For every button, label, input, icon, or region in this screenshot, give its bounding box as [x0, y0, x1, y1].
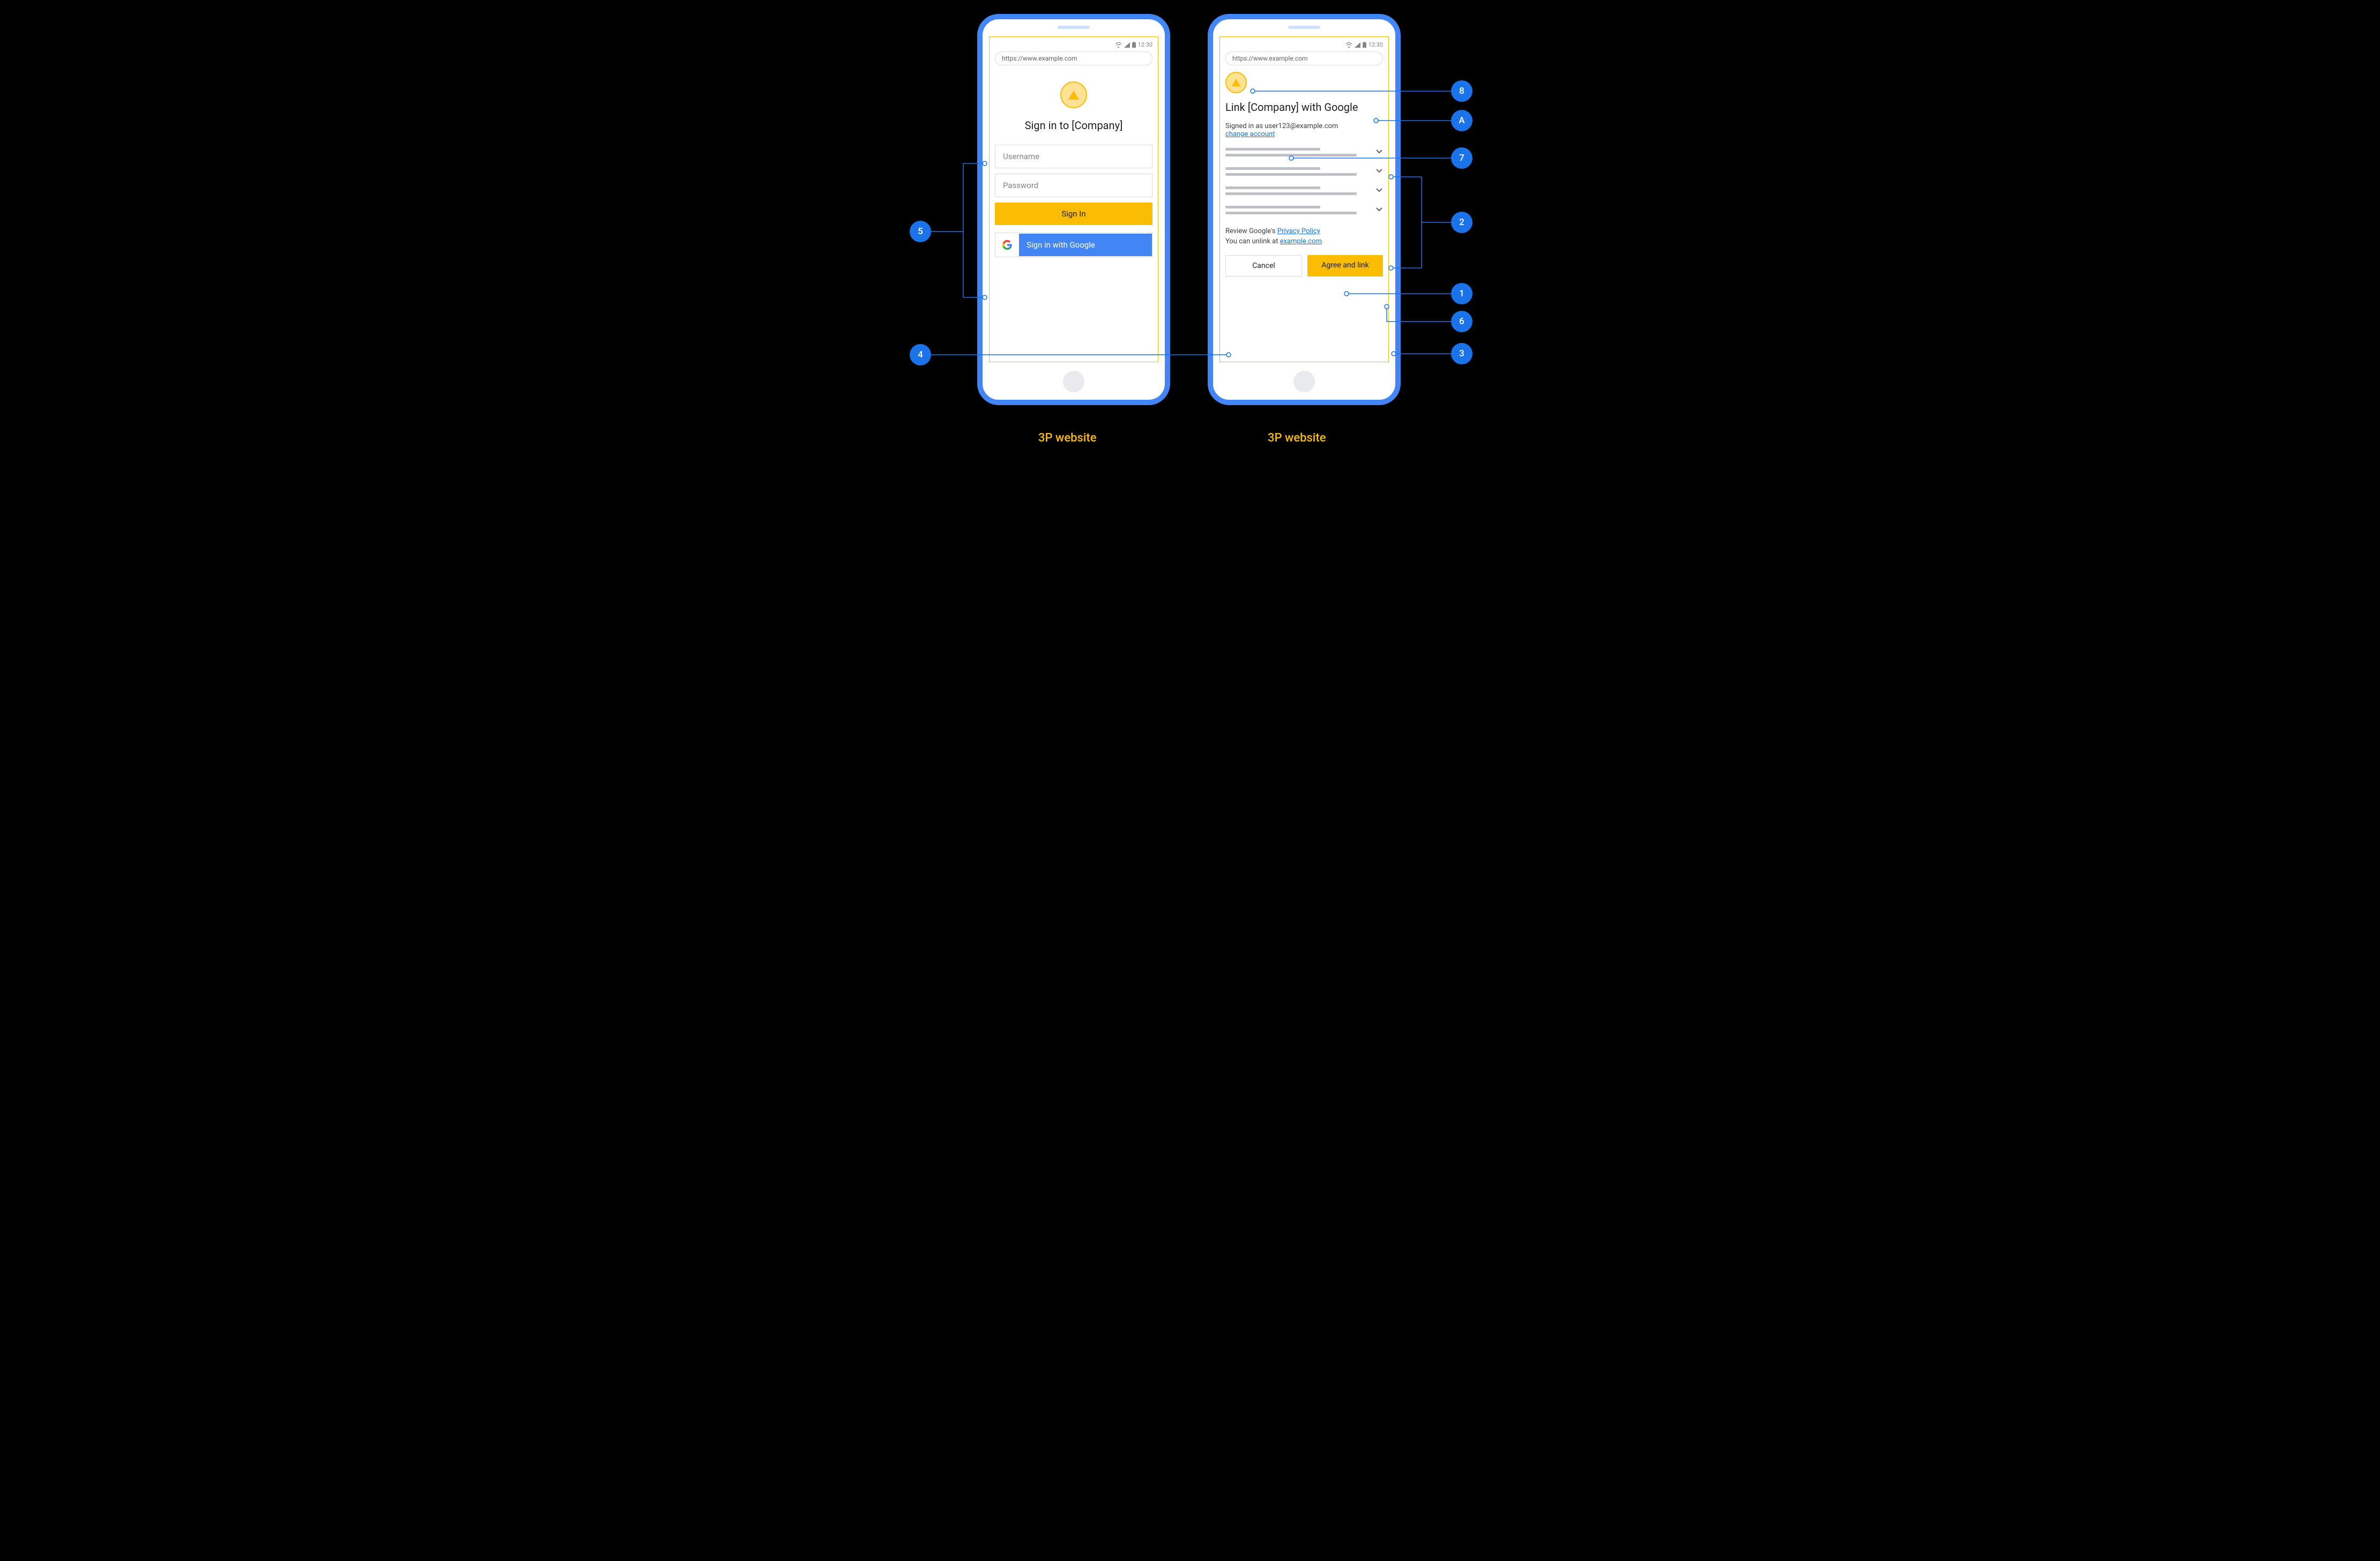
privacy-text: Review Google's Privacy Policy — [1225, 227, 1383, 235]
phone-label-right: 3P website — [1268, 431, 1326, 445]
company-logo-icon — [1060, 81, 1087, 108]
url-bar[interactable]: https://www.example.com — [995, 51, 1152, 65]
change-account-link[interactable]: change account — [1225, 130, 1275, 138]
home-button[interactable] — [1293, 371, 1315, 392]
agree-button[interactable]: Agree and link — [1307, 255, 1383, 277]
phone-consent: 12:30 https://www.example.com Link [Comp… — [1208, 14, 1401, 405]
screen-consent: 12:30 https://www.example.com Link [Comp… — [1219, 36, 1389, 362]
status-bar: 12:30 — [995, 41, 1152, 48]
company-logo-icon — [1225, 72, 1247, 93]
cancel-button[interactable]: Cancel — [1225, 255, 1302, 277]
google-logo-icon — [995, 233, 1019, 257]
phone-label-left: 3P website — [1038, 431, 1097, 445]
chevron-down-icon — [1375, 186, 1383, 194]
url-bar[interactable]: https://www.example.com — [1225, 51, 1383, 65]
permission-item[interactable] — [1225, 206, 1383, 218]
unlink-text: You can unlink at example.com — [1225, 237, 1383, 245]
consent-heading: Link [Company] with Google — [1225, 101, 1383, 114]
diagram-canvas: 12:30 https://www.example.com Sign in to… — [824, 0, 1556, 480]
signin-heading: Sign in to [Company] — [995, 119, 1152, 132]
signin-button[interactable]: Sign In — [995, 203, 1152, 225]
chevron-down-icon — [1375, 148, 1383, 155]
screen-signin: 12:30 https://www.example.com Sign in to… — [989, 36, 1158, 362]
callout-5: 5 — [910, 221, 931, 242]
google-signin-button[interactable]: Sign in with Google — [995, 233, 1152, 257]
chevron-down-icon — [1375, 206, 1383, 213]
callout-A: A — [1451, 110, 1472, 131]
callout-1: 1 — [1451, 283, 1472, 304]
chevron-down-icon — [1375, 167, 1383, 175]
status-time: 12:30 — [1368, 41, 1383, 48]
callout-2: 2 — [1451, 212, 1472, 233]
home-button[interactable] — [1063, 371, 1084, 392]
permission-list — [1225, 148, 1383, 218]
phone-signin: 12:30 https://www.example.com Sign in to… — [977, 14, 1170, 405]
username-input[interactable]: Username — [995, 145, 1152, 168]
status-time: 12:30 — [1138, 41, 1152, 48]
callout-6: 6 — [1451, 311, 1472, 332]
callout-3: 3 — [1451, 343, 1472, 364]
callout-4: 4 — [910, 344, 931, 365]
privacy-policy-link[interactable]: Privacy Policy — [1277, 227, 1320, 235]
permission-item[interactable] — [1225, 167, 1383, 179]
permission-item[interactable] — [1225, 186, 1383, 198]
google-signin-label: Sign in with Google — [1019, 234, 1152, 256]
phone-speaker — [1058, 26, 1090, 29]
unlink-link[interactable]: example.com — [1280, 237, 1322, 245]
phone-speaker — [1288, 26, 1320, 29]
password-input[interactable]: Password — [995, 174, 1152, 197]
status-bar: 12:30 — [1225, 41, 1383, 48]
permission-item[interactable] — [1225, 148, 1383, 160]
callout-8: 8 — [1451, 80, 1472, 102]
signed-in-text: Signed in as user123@example.com — [1225, 122, 1383, 130]
callout-7: 7 — [1451, 147, 1472, 169]
